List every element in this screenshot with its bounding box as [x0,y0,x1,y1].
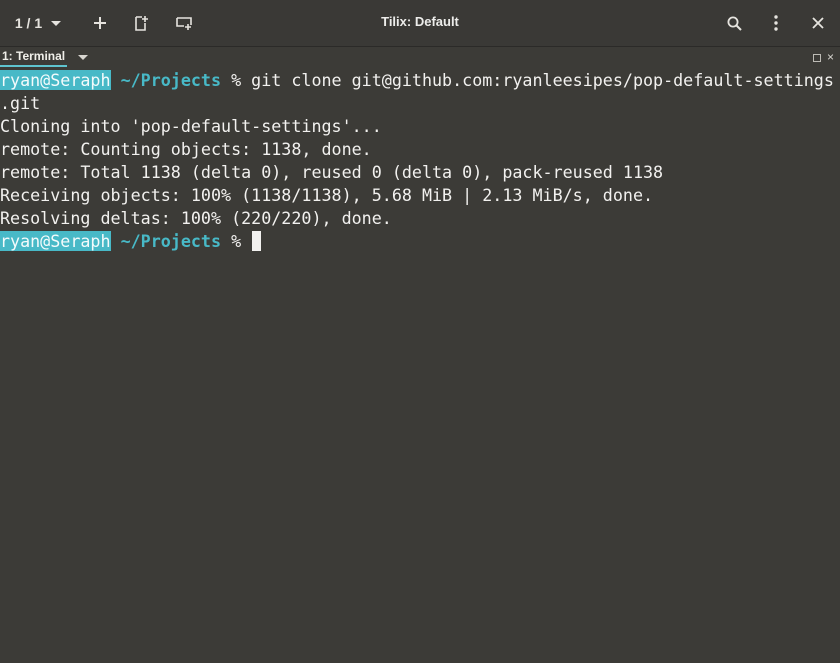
command-wrap-line: .git [0,93,41,113]
maximize-icon[interactable] [813,54,821,62]
text-cursor [252,231,262,251]
output-line: Resolving deltas: 100% (220/220), done. [0,208,392,228]
prompt-path: ~/Projects [120,70,222,90]
session-label: 1 / 1 [14,15,43,31]
split-down-icon [176,16,192,30]
terminal-title-label: 1: Terminal [2,49,66,63]
prompt-path: ~/Projects [120,231,222,251]
split-right-icon [135,15,148,31]
output-line: Cloning into 'pop-default-settings'... [0,116,382,136]
command-text: git clone git@github.com:ryanleesipes/po… [251,70,834,90]
add-terminal-down-button[interactable] [168,0,200,46]
close-window-button[interactable] [802,0,834,46]
plus-icon [94,17,106,29]
output-line: remote: Total 1138 (delta 0), reused 0 (… [0,162,664,182]
add-session-button[interactable] [84,0,116,46]
close-icon [812,17,824,29]
add-terminal-right-button[interactable] [126,0,158,46]
terminal-title-button[interactable]: 1: Terminal [0,47,68,67]
output-line: remote: Counting objects: 1138, done. [0,139,372,159]
kebab-menu-icon [774,15,778,31]
menu-button[interactable] [760,0,792,46]
prompt-line: ryan@Seraph ~/Projects % [0,230,840,253]
search-icon [727,16,742,31]
prompt-symbol: % [231,231,242,251]
header-bar: 1 / 1 Tilix: Default [0,0,840,47]
prompt-symbol: % [231,70,242,90]
search-button[interactable] [718,0,750,46]
chevron-down-icon[interactable] [78,55,88,60]
output-line: Receiving objects: 100% (1138/1138), 5.6… [0,185,654,205]
chevron-down-icon [51,20,62,26]
terminal-output[interactable]: ryan@Seraph ~/Projects % git clone git@g… [0,69,840,663]
session-switcher-button[interactable]: 1 / 1 [6,0,70,46]
terminal-titlebar: 1: Terminal × [0,47,840,68]
command-line: ryan@Seraph ~/Projects % git clone git@g… [0,69,840,92]
close-icon[interactable]: × [827,50,834,64]
prompt-user: ryan@Seraph [0,231,111,251]
prompt-user: ryan@Seraph [0,70,111,90]
